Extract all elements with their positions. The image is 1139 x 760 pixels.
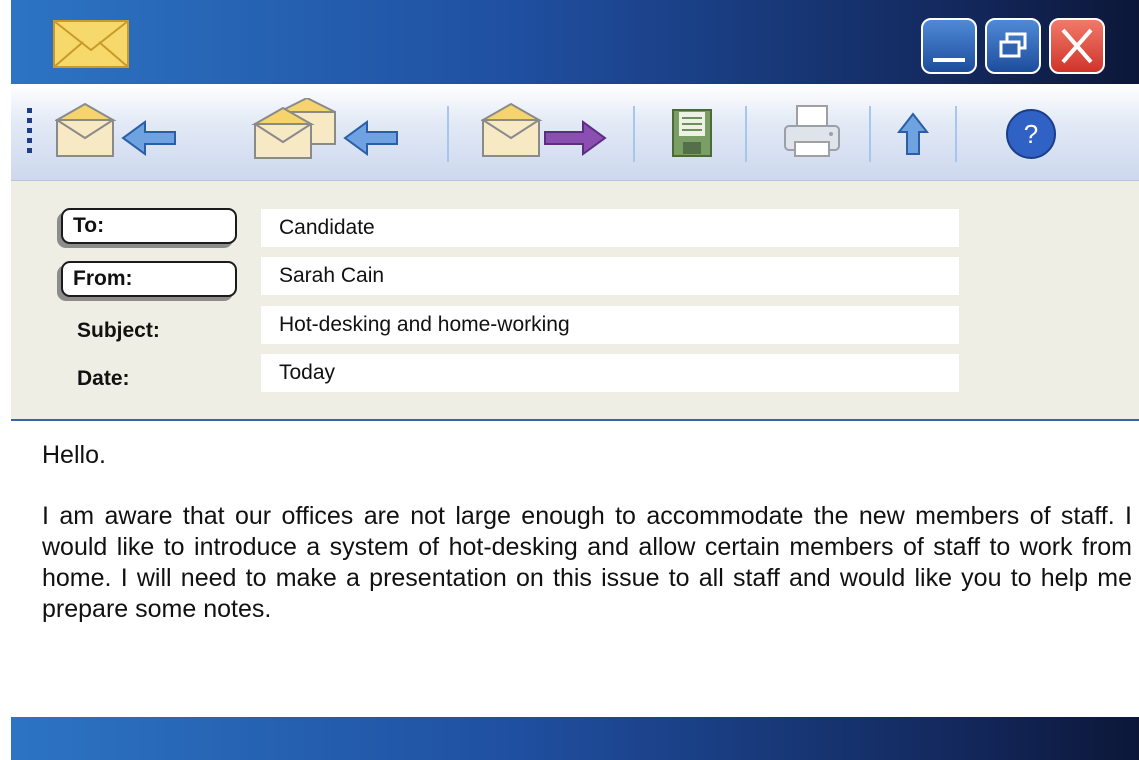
minimize-button[interactable] xyxy=(921,18,977,74)
close-icon xyxy=(1061,28,1093,64)
subject-field[interactable]: Hot-desking and home-working xyxy=(261,306,959,344)
subject-label: Subject: xyxy=(77,319,160,342)
from-label-button[interactable]: From: xyxy=(61,261,237,297)
forward-icon xyxy=(481,102,607,157)
message-body[interactable]: Hello. I am aware that our offices are n… xyxy=(42,440,1132,625)
restore-button[interactable] xyxy=(985,18,1041,74)
reply-all-button[interactable] xyxy=(249,98,409,162)
reply-all-icon xyxy=(251,98,398,159)
status-bar xyxy=(11,717,1139,760)
print-button[interactable] xyxy=(781,98,845,162)
minimize-icon xyxy=(933,58,965,62)
message-greeting: Hello. xyxy=(42,441,106,469)
save-icon xyxy=(672,109,712,157)
save-button[interactable] xyxy=(671,98,715,162)
date-field[interactable]: Today xyxy=(261,354,959,392)
to-label-button[interactable]: To: xyxy=(61,208,237,244)
forward-button[interactable] xyxy=(481,98,611,162)
title-bar xyxy=(11,0,1139,84)
to-field[interactable]: Candidate xyxy=(261,209,959,247)
email-window: ? To: Candidate From: Sarah Cain Subject… xyxy=(0,0,1139,760)
toolbar-separator xyxy=(955,106,957,162)
restore-icon xyxy=(999,32,1027,58)
message-header: To: Candidate From: Sarah Cain Subject: … xyxy=(11,180,1139,421)
date-label: Date: xyxy=(77,367,130,390)
send-button[interactable] xyxy=(893,98,933,162)
window-left-border xyxy=(0,0,11,760)
toolbar-grip[interactable] xyxy=(27,108,33,156)
reply-icon xyxy=(55,102,176,157)
close-button[interactable] xyxy=(1049,18,1105,74)
help-button[interactable]: ? xyxy=(1001,98,1061,162)
up-arrow-icon xyxy=(896,112,930,155)
toolbar: ? xyxy=(11,84,1139,181)
toolbar-separator xyxy=(869,106,871,162)
reply-button[interactable] xyxy=(55,98,185,162)
print-icon xyxy=(784,105,840,157)
toolbar-separator xyxy=(745,106,747,162)
toolbar-separator xyxy=(633,106,635,162)
message-paragraph: I am aware that our offices are not larg… xyxy=(42,502,1132,623)
help-label: ? xyxy=(1024,119,1038,149)
toolbar-separator xyxy=(447,106,449,162)
envelope-icon xyxy=(53,20,129,68)
help-icon: ? xyxy=(1006,109,1056,159)
from-field[interactable]: Sarah Cain xyxy=(261,257,959,295)
